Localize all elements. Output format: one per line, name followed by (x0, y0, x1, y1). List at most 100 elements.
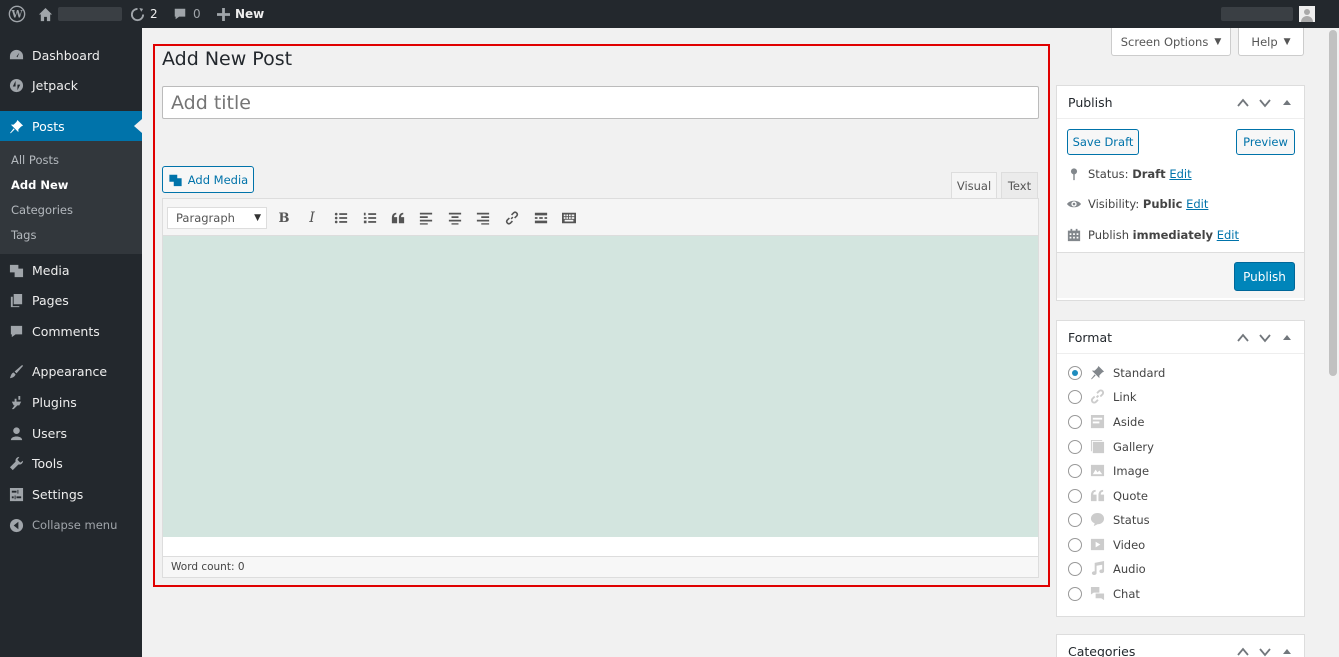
radio-button[interactable] (1068, 561, 1082, 576)
collapse-triangle-icon[interactable] (1280, 645, 1294, 657)
format-option-standard[interactable]: Standard (1068, 365, 1165, 380)
sidebar-item-pages[interactable]: Pages (0, 285, 142, 315)
status-value: Draft (1132, 167, 1166, 181)
avatar[interactable] (1299, 0, 1315, 28)
format-option-label: Standard (1113, 365, 1166, 380)
collapse-triangle-icon[interactable] (1280, 96, 1294, 110)
format-option-chat[interactable]: Chat (1068, 586, 1140, 601)
publish-metabox: Publish Save Draft Preview Status: Draft… (1056, 85, 1305, 301)
sidebar-item-plugins[interactable]: Plugins (0, 387, 142, 417)
sidebar-item-media[interactable]: Media (0, 255, 142, 285)
sidebar-item-appearance[interactable]: Appearance (0, 356, 142, 386)
sidebar-item-label: Media (32, 262, 70, 278)
help-button[interactable]: Help ▼ (1238, 28, 1304, 56)
sidebar-item-tools[interactable]: Tools (0, 448, 142, 478)
submenu-categories[interactable]: Categories (11, 203, 73, 217)
format-option-label: Link (1113, 389, 1137, 404)
submenu-tags[interactable]: Tags (11, 228, 36, 242)
format-option-link[interactable]: Link (1068, 389, 1137, 404)
radio-button[interactable] (1068, 389, 1082, 404)
submenu-all-posts[interactable]: All Posts (11, 153, 59, 167)
wordpress-logo-icon[interactable]: W (8, 0, 26, 28)
preview-button[interactable]: Preview (1236, 129, 1295, 155)
settings-icon (0, 487, 32, 502)
categories-box-title: Categories (1068, 643, 1136, 657)
sidebar-item-dashboard[interactable]: Dashboard (0, 40, 142, 70)
format-box-header[interactable]: Format (1057, 321, 1304, 354)
radio-button[interactable] (1068, 512, 1082, 527)
chat-icon (1090, 586, 1105, 601)
scrollbar-thumb[interactable] (1329, 30, 1337, 376)
radio-button[interactable] (1068, 365, 1082, 380)
sidebar-item-label: Jetpack (32, 77, 78, 93)
edit-visibility-link[interactable]: Edit (1186, 197, 1208, 211)
sidebar-item-label: Plugins (32, 394, 77, 410)
format-option-label: Aside (1113, 414, 1145, 429)
sidebar-item-label: Tools (32, 455, 63, 471)
radio-button[interactable] (1068, 439, 1082, 454)
categories-box-header[interactable]: Categories (1057, 635, 1304, 657)
screen-options-button[interactable]: Screen Options ▼ (1111, 28, 1231, 56)
collapse-triangle-icon[interactable] (1280, 331, 1294, 345)
status-bubble-icon (1090, 512, 1105, 527)
new-content-link[interactable]: New (217, 0, 264, 28)
media-icon (0, 263, 32, 278)
collapse-menu-label: Collapse menu (32, 518, 118, 532)
chevron-up-icon[interactable] (1236, 96, 1250, 110)
page-scrollbar[interactable] (1327, 28, 1339, 657)
site-name[interactable] (58, 7, 122, 21)
publish-button[interactable]: Publish (1234, 262, 1295, 291)
radio-button[interactable] (1068, 488, 1082, 503)
format-option-image[interactable]: Image (1068, 463, 1149, 478)
sidebar-item-posts[interactable]: Posts (0, 111, 142, 141)
collapse-icon (0, 518, 32, 533)
chevron-down-icon[interactable] (1258, 96, 1272, 110)
radio-button[interactable] (1068, 414, 1082, 429)
save-draft-button[interactable]: Save Draft (1067, 129, 1139, 155)
visibility-value: Public (1142, 197, 1183, 211)
account-name[interactable] (1221, 7, 1293, 21)
chevron-up-icon[interactable] (1236, 645, 1250, 657)
chevron-down-icon[interactable] (1258, 645, 1272, 657)
comments-link[interactable]: 0 (173, 0, 201, 28)
sidebar-item-label: Pages (32, 292, 69, 308)
edit-status-link[interactable]: Edit (1169, 167, 1191, 181)
radio-button[interactable] (1068, 463, 1082, 478)
pin-icon (1070, 168, 1078, 181)
format-option-audio[interactable]: Audio (1068, 561, 1146, 576)
collapse-menu-button[interactable]: Collapse menu (0, 510, 142, 540)
sidebar-item-label: Appearance (32, 363, 108, 379)
format-option-quote[interactable]: Quote (1068, 488, 1148, 503)
format-option-gallery[interactable]: Gallery (1068, 439, 1154, 454)
format-option-aside[interactable]: Aside (1068, 414, 1144, 429)
caret-down-icon: ▼ (1283, 36, 1291, 47)
chevron-down-icon[interactable] (1258, 331, 1272, 345)
sidebar-item-comments[interactable]: Comments (0, 316, 142, 346)
home-icon[interactable] (38, 0, 53, 28)
admin-sidebar: All Posts Add New Categories Tags Dashbo… (0, 28, 142, 657)
chevron-up-icon[interactable] (1236, 331, 1250, 345)
radio-button[interactable] (1068, 537, 1082, 552)
format-option-status[interactable]: Status (1068, 512, 1150, 527)
format-option-label: Chat (1113, 586, 1140, 601)
updates-link[interactable]: 2 (130, 0, 158, 28)
sidebar-item-settings[interactable]: Settings (0, 479, 142, 509)
format-option-video[interactable]: Video (1068, 537, 1145, 552)
publish-label: Publish (1088, 228, 1129, 242)
format-box-title: Format (1068, 329, 1113, 345)
sidebar-item-label: Settings (32, 486, 84, 502)
format-metabox: Format Standard Link Aside Gallery Image… (1056, 320, 1305, 617)
publish-value: immediately (1132, 228, 1214, 242)
plus-icon (217, 7, 230, 21)
calendar-icon (1067, 228, 1081, 242)
publish-box-header[interactable]: Publish (1057, 86, 1304, 119)
submenu-add-new[interactable]: Add New (11, 178, 68, 192)
publish-actions: Publish (1057, 252, 1304, 298)
sidebar-item-jetpack[interactable]: Jetpack (0, 70, 142, 100)
comment-icon (174, 8, 186, 20)
visibility-row: Visibility: Public Edit (1067, 197, 1208, 211)
sidebar-item-users[interactable]: Users (0, 418, 142, 448)
radio-button[interactable] (1068, 586, 1082, 601)
edit-publish-date-link[interactable]: Edit (1217, 228, 1239, 242)
format-option-label: Image (1113, 463, 1150, 478)
